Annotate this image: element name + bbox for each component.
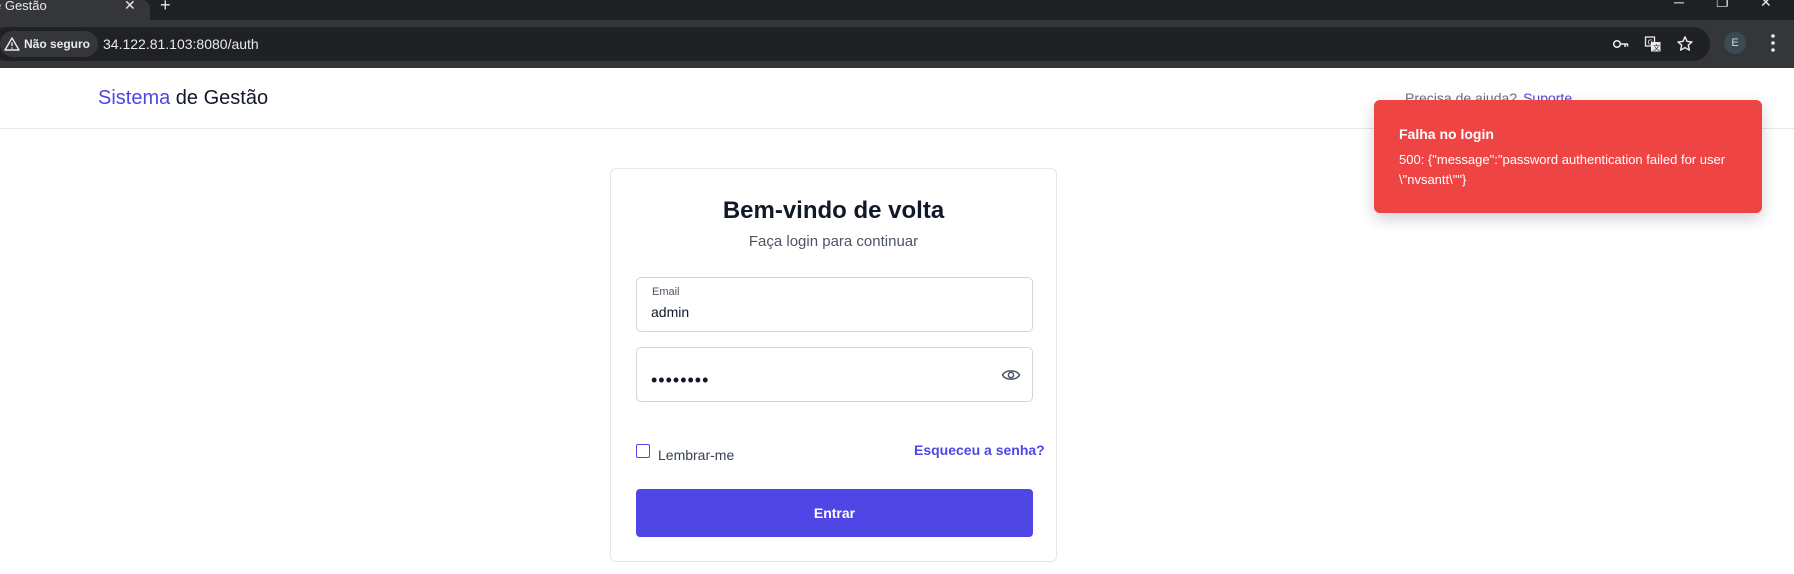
security-label: Não seguro xyxy=(24,37,91,51)
login-subtitle: Faça login para continuar xyxy=(748,233,919,250)
browser-tabstrip: e Gestão ✕ + ─ ❐ ✕ xyxy=(0,0,1794,20)
login-title: Bem-vindo de volta xyxy=(722,197,945,224)
tab-close-icon[interactable]: ✕ xyxy=(124,0,136,14)
browser-toolbar: Não seguro 34.122.81.103:8080/auth G 文 E xyxy=(0,20,1794,68)
new-tab-icon[interactable]: + xyxy=(160,0,171,16)
security-chip[interactable]: Não seguro xyxy=(0,31,99,57)
brand-logo[interactable]: Sistema de Gestão xyxy=(98,87,268,110)
profile-avatar[interactable]: E xyxy=(1724,32,1746,54)
warning-icon xyxy=(4,37,20,51)
password-field[interactable] xyxy=(636,347,1033,402)
key-icon[interactable] xyxy=(1612,35,1630,53)
toast-message: 500: {"message":"password authentication… xyxy=(1399,152,1726,187)
remember-me[interactable]: Lembrar-me xyxy=(636,443,734,463)
login-button[interactable]: Entrar xyxy=(636,489,1033,537)
remember-checkbox[interactable] xyxy=(636,444,650,458)
brand-rest: de Gestão xyxy=(170,87,269,109)
email-label: Email xyxy=(652,286,680,298)
login-card: Bem-vindo de volta Faça login para conti… xyxy=(610,168,1057,562)
svg-text:文: 文 xyxy=(1653,43,1660,52)
forgot-password-link[interactable]: Esqueceu a senha? xyxy=(914,442,1045,458)
browser-menu-icon[interactable] xyxy=(1764,30,1782,56)
window-close-icon[interactable]: ✕ xyxy=(1760,0,1772,11)
tab-title: e Gestão xyxy=(0,0,47,13)
browser-tab[interactable]: e Gestão ✕ xyxy=(0,0,150,20)
url-text[interactable]: 34.122.81.103:8080/auth xyxy=(103,36,259,52)
minimize-icon[interactable]: ─ xyxy=(1674,0,1684,10)
brand-accent: Sistema xyxy=(98,87,171,109)
remember-label: Lembrar-me xyxy=(658,447,735,463)
translate-icon[interactable]: G 文 xyxy=(1644,35,1662,53)
email-input[interactable] xyxy=(651,304,971,320)
password-input[interactable] xyxy=(651,370,971,391)
address-bar[interactable]: Não seguro 34.122.81.103:8080/auth G 文 xyxy=(0,27,1710,61)
error-toast[interactable]: Falha no login 500: {"message":"password… xyxy=(1374,100,1762,213)
show-password-icon[interactable] xyxy=(1001,366,1021,384)
star-icon[interactable] xyxy=(1676,35,1694,53)
email-field[interactable]: Email xyxy=(636,277,1033,332)
restore-icon[interactable]: ❐ xyxy=(1716,0,1729,11)
toast-title: Falha no login xyxy=(1399,126,1494,142)
